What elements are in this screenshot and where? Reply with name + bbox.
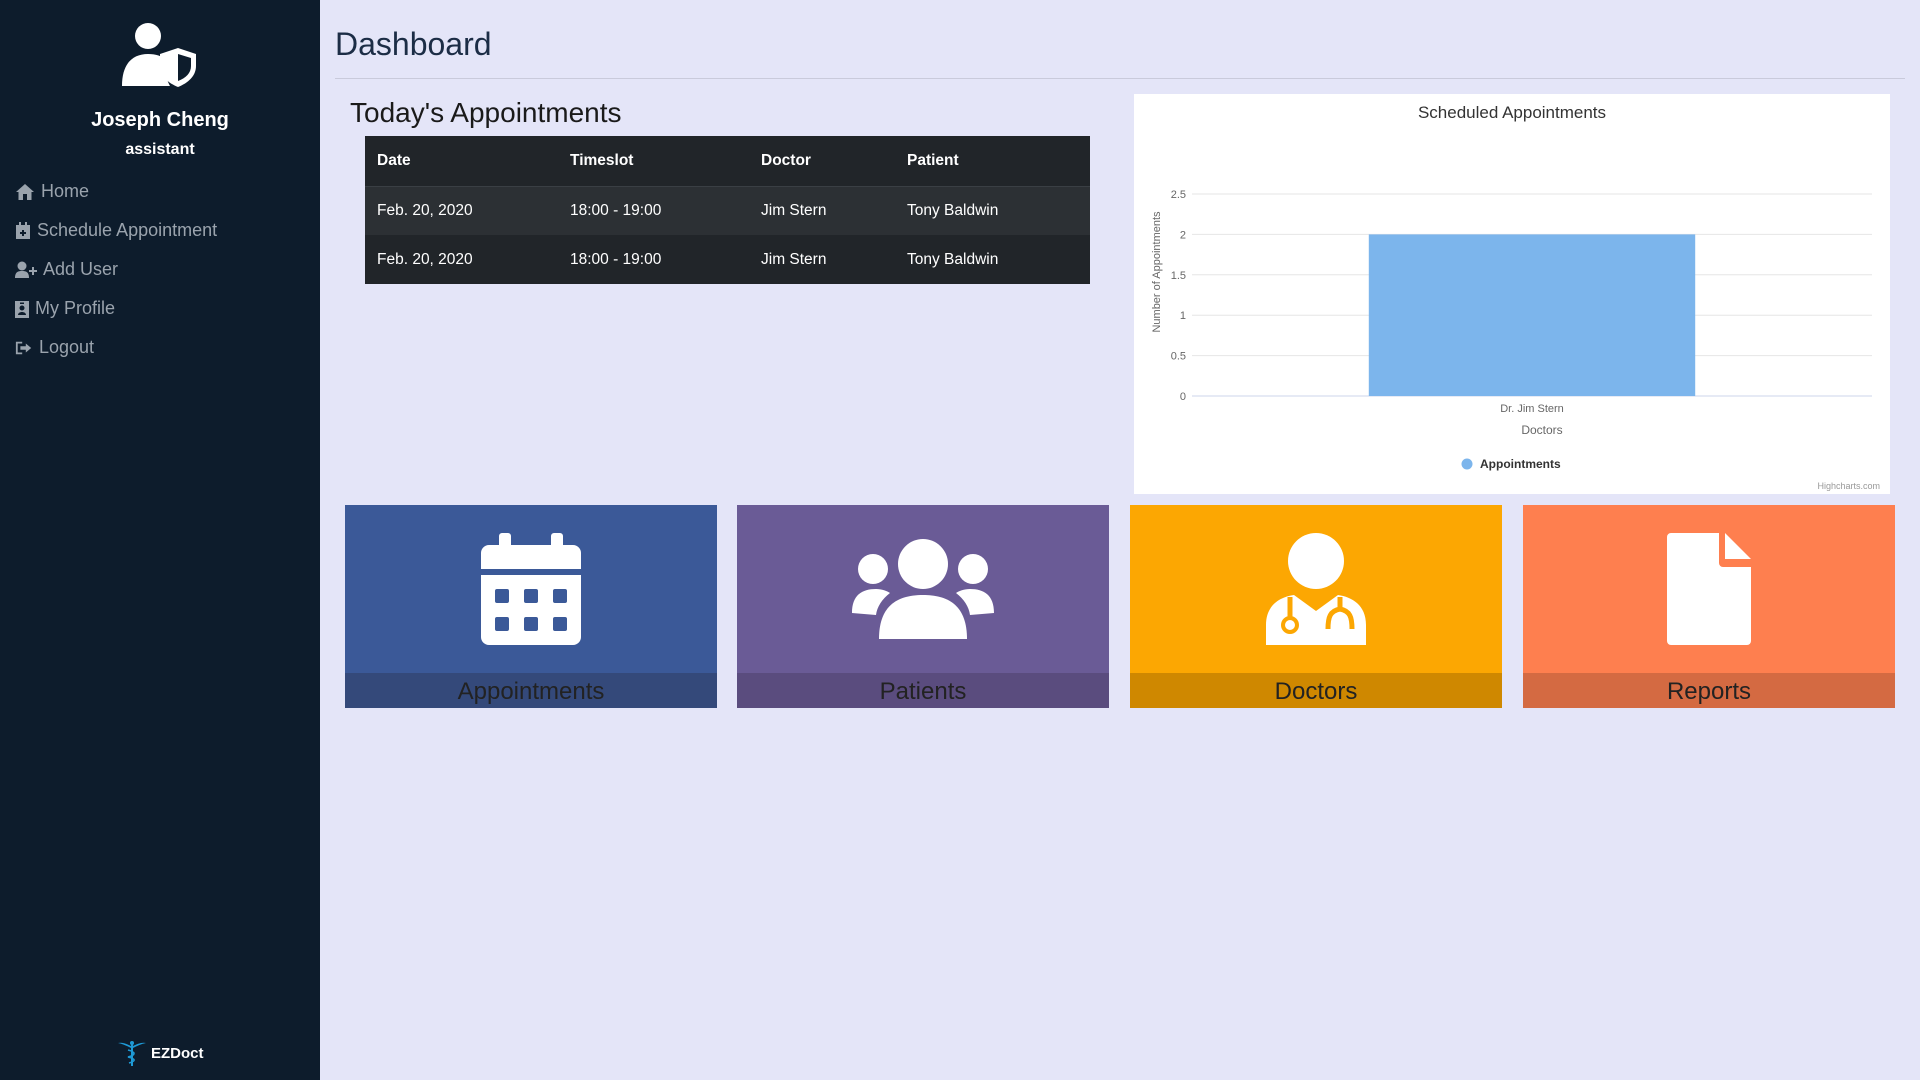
cell-timeslot: 18:00 - 19:00: [570, 250, 662, 268]
tile-icon-area: [1130, 505, 1502, 673]
chart-title: Scheduled Appointments: [1418, 103, 1606, 122]
page-title: Dashboard: [335, 26, 492, 62]
sidebar-item-label: Home: [41, 181, 90, 201]
y-tick-label: 0.5: [1171, 351, 1186, 363]
tile-label: Doctors: [1130, 673, 1502, 708]
calendar-icon: [481, 533, 581, 645]
sidebar-item-my-profile[interactable]: My Profile: [15, 289, 217, 328]
cell-patient: Tony Baldwin: [895, 186, 1090, 235]
sidebar-item-schedule-appointment[interactable]: Schedule Appointment: [15, 211, 217, 250]
sidebar-item-label: My Profile: [35, 298, 116, 318]
cell-doctor: Jim Stern: [749, 186, 895, 235]
column-header-patient: Patient: [895, 136, 1090, 187]
cell-patient: Tony Baldwin: [907, 250, 999, 268]
table-row: Feb. 20, 2020 18:00 - 19:00 Jim Stern To…: [365, 235, 1090, 284]
sidebar-item-add-user[interactable]: Add User: [15, 250, 217, 289]
y-axis-label: Number of Appointments: [1151, 211, 1163, 333]
caduceus-icon: [118, 1041, 146, 1066]
user-name: Joseph Cheng: [91, 109, 229, 131]
sidebar-item-logout[interactable]: Logout: [15, 328, 217, 367]
appointments-table: Date Timeslot Doctor Patient Feb. 20, 20…: [365, 136, 1090, 284]
cell-date: Feb. 20, 2020: [377, 250, 473, 268]
users-icon: [852, 539, 994, 639]
file-icon: [1667, 533, 1751, 645]
scheduled-appointments-chart: Scheduled Appointments 0 0.5 1 1.5 2 2.5 Dr. …: [1134, 94, 1890, 494]
sidebar-item-label: Schedule Appointment: [37, 220, 218, 240]
user-md-icon: [1266, 533, 1366, 645]
chart-bar[interactable]: [1368, 234, 1696, 396]
user-plus-icon: [15, 261, 37, 278]
cell-date: Feb. 20, 2020: [365, 186, 558, 235]
sidebar-item-label: Logout: [39, 337, 95, 357]
title-divider: [335, 78, 1905, 79]
doctors-tile[interactable]: Doctors: [1130, 505, 1502, 708]
tile-icon-area: [345, 505, 717, 673]
sidebar-item-label: Add User: [43, 259, 119, 279]
sidebar-nav: Home Schedule Appointment Add User My Pr…: [15, 172, 217, 367]
cell-timeslot: 18:00 - 19:00: [558, 186, 749, 235]
tile-label: Patients: [737, 673, 1109, 708]
column-header-date: Date: [365, 136, 558, 187]
y-tick-label: 2: [1180, 229, 1186, 241]
id-badge-icon: [15, 300, 29, 318]
user-role: assistant: [125, 141, 195, 158]
tile-label: Appointments: [345, 673, 717, 708]
appointments-tile[interactable]: Appointments: [345, 505, 717, 708]
chart-credits[interactable]: Highcharts.com: [1817, 481, 1880, 491]
legend-marker[interactable]: [1461, 458, 1473, 470]
brand-name: EZDoct: [151, 1044, 204, 1062]
patients-tile[interactable]: Patients: [737, 505, 1109, 708]
sidebar-item-home[interactable]: Home: [15, 172, 217, 211]
sign-out-icon: [15, 341, 32, 354]
column-header-timeslot: Timeslot: [558, 136, 749, 187]
y-tick-label: 1.5: [1171, 270, 1186, 282]
y-tick-label: 1: [1180, 310, 1186, 322]
tile-icon-area: [1523, 505, 1895, 673]
x-tick-label: Dr. Jim Stern: [1500, 403, 1564, 415]
reports-tile[interactable]: Reports: [1523, 505, 1895, 708]
chart-svg: Scheduled Appointments 0 0.5 1 1.5 2 2.5 Dr. …: [1151, 103, 1880, 491]
y-tick-label: 2.5: [1171, 189, 1186, 201]
appointments-heading: Today's Appointments: [350, 97, 622, 128]
legend-item-appointments[interactable]: Appointments: [1480, 457, 1561, 471]
tile-icon-area: [737, 505, 1109, 673]
home-icon: [16, 183, 34, 200]
tile-label: Reports: [1523, 673, 1895, 708]
cell-doctor: Jim Stern: [761, 250, 827, 268]
brand-logo[interactable]: EZDoct: [117, 1040, 204, 1066]
calendar-plus-icon: [16, 221, 30, 239]
sidebar: Joseph Cheng assistant Home Schedule App…: [0, 0, 320, 1080]
table-row: Feb. 20, 2020 18:00 - 19:00 Jim Stern To…: [365, 186, 1090, 235]
column-header-doctor: Doctor: [749, 136, 895, 187]
x-axis-label: Doctors: [1521, 423, 1562, 437]
user-shield-icon: [122, 23, 196, 87]
y-tick-label: 0: [1180, 391, 1186, 403]
table-header-row: Date Timeslot Doctor Patient: [365, 136, 1090, 187]
